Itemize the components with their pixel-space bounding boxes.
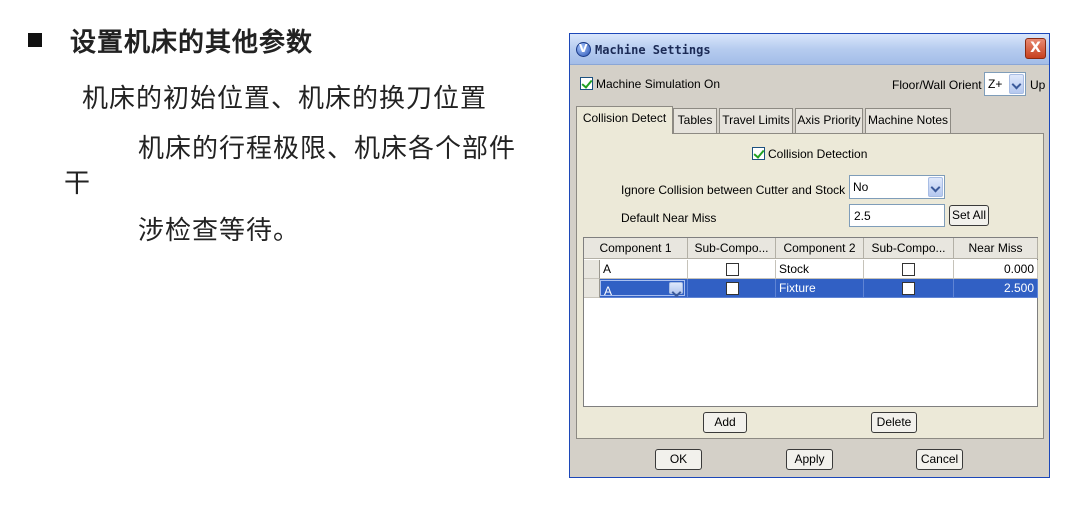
slide-line-3: 干: [64, 169, 91, 199]
orient-value: Z+: [988, 77, 1003, 91]
column-header-sub-component-1[interactable]: Sub-Compo...: [688, 238, 776, 259]
sub-component-1-checkbox[interactable]: [726, 263, 739, 276]
row-header[interactable]: [584, 279, 600, 298]
table-header: Component 1 Sub-Compo... Component 2 Sub…: [584, 238, 1038, 259]
slide-line-4: 涉检查等待。: [138, 216, 301, 246]
machine-simulation-toggle[interactable]: Machine Simulation On: [580, 76, 720, 91]
title-bar[interactable]: Machine Settings X: [570, 34, 1049, 65]
ok-button[interactable]: OK: [655, 449, 702, 470]
chevron-down-icon[interactable]: [928, 177, 943, 197]
machine-settings-dialog: Machine Settings X Machine Simulation On…: [569, 33, 1050, 478]
tab-tables[interactable]: Tables: [673, 108, 717, 133]
near-miss-cell[interactable]: 0.000: [954, 260, 1038, 279]
tab-collision-detect[interactable]: Collision Detect: [576, 106, 673, 134]
machine-simulation-label: Machine Simulation On: [596, 76, 721, 91]
slide-heading: 设置机床的其他参数: [70, 28, 314, 58]
component-2-cell[interactable]: Stock: [776, 260, 864, 279]
ignore-collision-value: No: [853, 180, 869, 194]
dialog-title: Machine Settings: [595, 43, 711, 57]
delete-button[interactable]: Delete: [871, 412, 917, 433]
sub-component-2-cell[interactable]: [864, 279, 954, 298]
table-row[interactable]: A Fixture 2.500: [584, 279, 1038, 298]
set-all-button[interactable]: Set All: [949, 205, 989, 226]
component-1-select[interactable]: A: [600, 280, 685, 298]
component-2-cell[interactable]: Fixture: [776, 279, 864, 298]
collision-table: Component 1 Sub-Compo... Component 2 Sub…: [583, 237, 1038, 407]
column-header-component-1[interactable]: Component 1: [584, 238, 688, 259]
component-1-cell[interactable]: A: [600, 260, 688, 279]
sub-component-1-cell[interactable]: [688, 279, 776, 298]
slide-line-2: 机床的行程极限、机床各个部件: [138, 134, 517, 164]
cancel-button[interactable]: Cancel: [916, 449, 963, 470]
sub-component-2-checkbox[interactable]: [902, 263, 915, 276]
up-label: Up: [1030, 78, 1046, 92]
sub-component-2-cell[interactable]: [864, 260, 954, 279]
bullet-square-icon: [28, 33, 42, 47]
chevron-down-icon[interactable]: [669, 282, 683, 294]
ignore-collision-label: Ignore Collision between Cutter and Stoc…: [621, 183, 846, 197]
slide-line-1: 机床的初始位置、机床的换刀位置: [82, 84, 488, 114]
component-1-cell[interactable]: A: [600, 279, 688, 298]
collision-detection-checkbox[interactable]: [752, 147, 765, 161]
floor-wall-orient-label: Floor/Wall Orient: [892, 78, 982, 92]
component-1-value: A: [604, 284, 613, 298]
default-near-miss-label: Default Near Miss: [621, 211, 717, 225]
collision-detect-panel: Collision Detection Ignore Collision bet…: [576, 133, 1044, 439]
orient-select[interactable]: Z+: [984, 72, 1026, 96]
row-header[interactable]: [584, 260, 600, 279]
tab-travel-limits[interactable]: Travel Limits: [719, 108, 793, 133]
add-button[interactable]: Add: [703, 412, 747, 433]
column-header-sub-component-2[interactable]: Sub-Compo...: [864, 238, 954, 259]
sub-component-1-checkbox[interactable]: [726, 282, 739, 295]
near-miss-cell[interactable]: 2.500: [954, 279, 1038, 298]
table-row[interactable]: A Stock 0.000: [584, 260, 1038, 279]
apply-button[interactable]: Apply: [786, 449, 833, 470]
sub-component-1-cell[interactable]: [688, 260, 776, 279]
close-button[interactable]: X: [1025, 38, 1046, 59]
column-header-near-miss[interactable]: Near Miss: [954, 238, 1038, 259]
tab-axis-priority[interactable]: Axis Priority: [795, 108, 863, 133]
chevron-down-icon[interactable]: [1009, 74, 1024, 94]
tab-machine-notes[interactable]: Machine Notes: [865, 108, 951, 133]
default-near-miss-input[interactable]: 2.5: [849, 204, 945, 227]
machine-simulation-checkbox[interactable]: [580, 77, 593, 91]
ignore-collision-select[interactable]: No: [849, 175, 945, 199]
sub-component-2-checkbox[interactable]: [902, 282, 915, 295]
collision-detection-toggle[interactable]: Collision Detection: [752, 146, 867, 161]
app-icon: [576, 42, 591, 57]
collision-detection-label: Collision Detection: [768, 146, 868, 161]
column-header-component-2[interactable]: Component 2: [776, 238, 864, 259]
